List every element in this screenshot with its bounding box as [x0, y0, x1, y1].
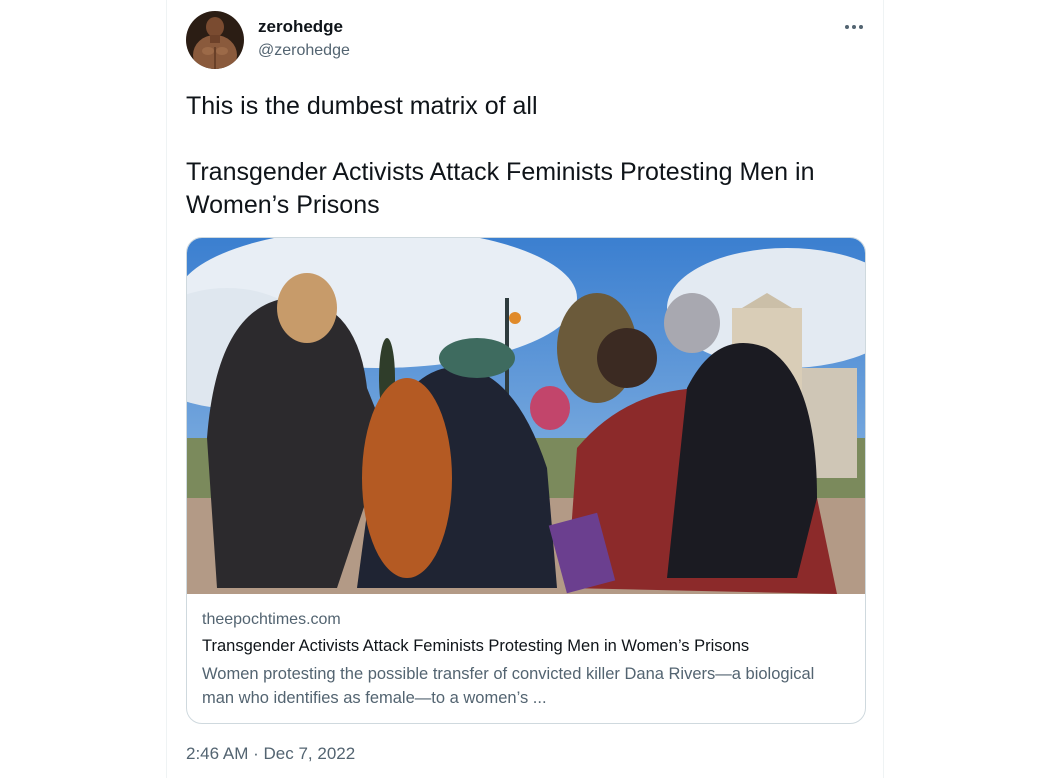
- author-display-name[interactable]: zerohedge: [258, 17, 343, 37]
- link-preview-card[interactable]: theepochtimes.com Transgender Activists …: [186, 237, 866, 724]
- tweet-text: This is the dumbest matrix of all Transg…: [186, 92, 815, 219]
- avatar-image: [186, 11, 244, 69]
- more-options-button[interactable]: [839, 14, 869, 40]
- card-domain: theepochtimes.com: [202, 611, 341, 628]
- tweet-time[interactable]: 2:46 AM: [186, 744, 248, 763]
- author-handle[interactable]: @zerohedge: [258, 42, 350, 60]
- card-title: Transgender Activists Attack Feminists P…: [202, 637, 750, 655]
- article-photo-image: [187, 238, 865, 594]
- tweet-timestamp: 2:46 AM · Dec 7, 2022: [186, 744, 355, 764]
- article-photo: [187, 238, 865, 594]
- tweet-date[interactable]: Dec 7, 2022: [264, 744, 356, 763]
- timestamp-separator: ·: [253, 744, 259, 763]
- more-horizontal-icon: [845, 25, 863, 29]
- tweet-container: zerohedge @zerohedge This is the dumbest…: [166, 0, 884, 778]
- author-avatar[interactable]: [186, 11, 244, 69]
- card-description: Women protesting the possible transfer o…: [202, 665, 815, 707]
